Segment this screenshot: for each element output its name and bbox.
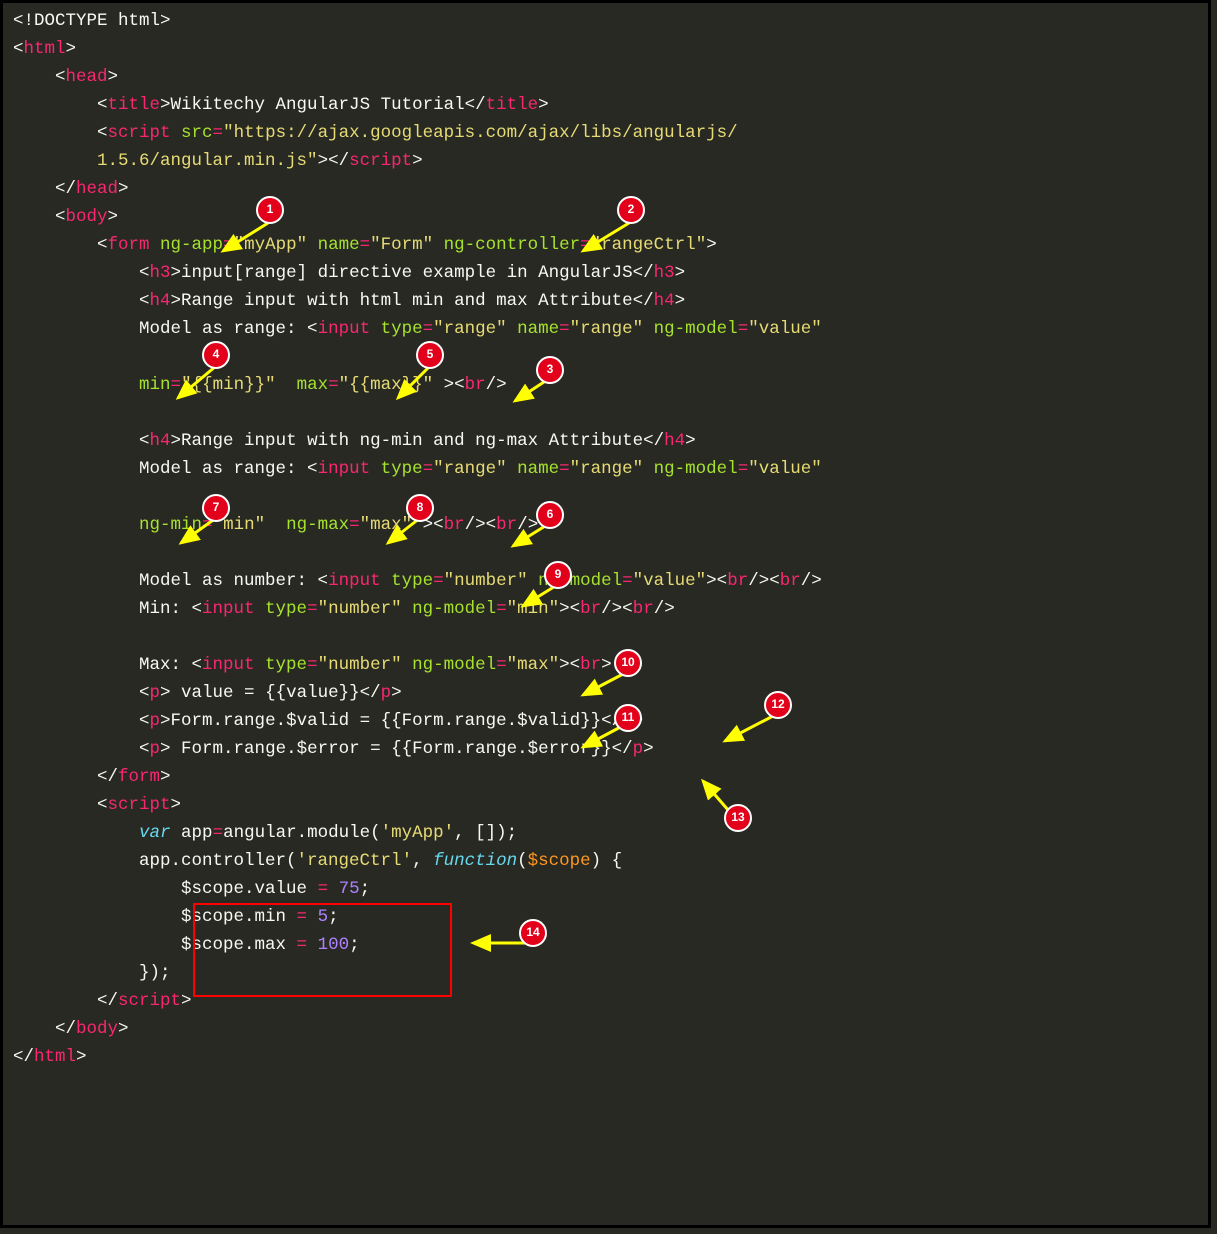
code-line: <p> value = {{value}}</p> [13, 679, 1198, 707]
code-line: <title>Wikitechy AngularJS Tutorial</tit… [13, 91, 1198, 119]
code-line: <script src="https://ajax.googleapis.com… [13, 119, 1198, 147]
code-block: <!DOCTYPE html> <html> <head> <title>Wik… [3, 3, 1208, 1081]
code-line: <body> [13, 203, 1198, 231]
code-line: Model as range: <input type="range" name… [13, 315, 1198, 343]
code-line: <p> Form.range.$error = {{Form.range.$er… [13, 735, 1198, 763]
code-line: </form> [13, 763, 1198, 791]
code-line: <head> [13, 63, 1198, 91]
code-line: Model as range: <input type="range" name… [13, 455, 1198, 483]
code-line: ng-min="min" ng-max="max" ><br/><br/> [13, 511, 1198, 539]
code-line [13, 483, 1198, 511]
code-line: Model as number: <input type="number" ng… [13, 567, 1198, 595]
code-line: Min: <input type="number" ng-model="min"… [13, 595, 1198, 623]
code-line: </html> [13, 1043, 1198, 1071]
code-line: <!DOCTYPE html> [13, 7, 1198, 35]
code-line: <p>Form.range.$valid = {{Form.range.$val… [13, 707, 1198, 735]
code-line: }); [13, 959, 1198, 987]
code-line: app.controller('rangeCtrl', function($sc… [13, 847, 1198, 875]
code-line: $scope.min = 5; [13, 903, 1198, 931]
code-line [13, 539, 1198, 567]
code-line: $scope.value = 75; [13, 875, 1198, 903]
code-line: Max: <input type="number" ng-model="max"… [13, 651, 1198, 679]
code-line [13, 399, 1198, 427]
code-line: var app=angular.module('myApp', []); [13, 819, 1198, 847]
code-line: <html> [13, 35, 1198, 63]
code-line: min="{{min}}" max="{{max}}" ><br/> [13, 371, 1198, 399]
code-line: <script> [13, 791, 1198, 819]
code-line: <form ng-app="myApp" name="Form" ng-cont… [13, 231, 1198, 259]
code-line: </head> [13, 175, 1198, 203]
code-line: 1.5.6/angular.min.js"></script> [13, 147, 1198, 175]
code-line: $scope.max = 100; [13, 931, 1198, 959]
code-line: <h4>Range input with ng-min and ng-max A… [13, 427, 1198, 455]
code-line: </body> [13, 1015, 1198, 1043]
code-line: <h4>Range input with html min and max At… [13, 287, 1198, 315]
code-line: </script> [13, 987, 1198, 1015]
code-screenshot: <!DOCTYPE html> <html> <head> <title>Wik… [0, 0, 1211, 1228]
code-line [13, 623, 1198, 651]
code-line [13, 343, 1198, 371]
code-line: <h3>input[range] directive example in An… [13, 259, 1198, 287]
